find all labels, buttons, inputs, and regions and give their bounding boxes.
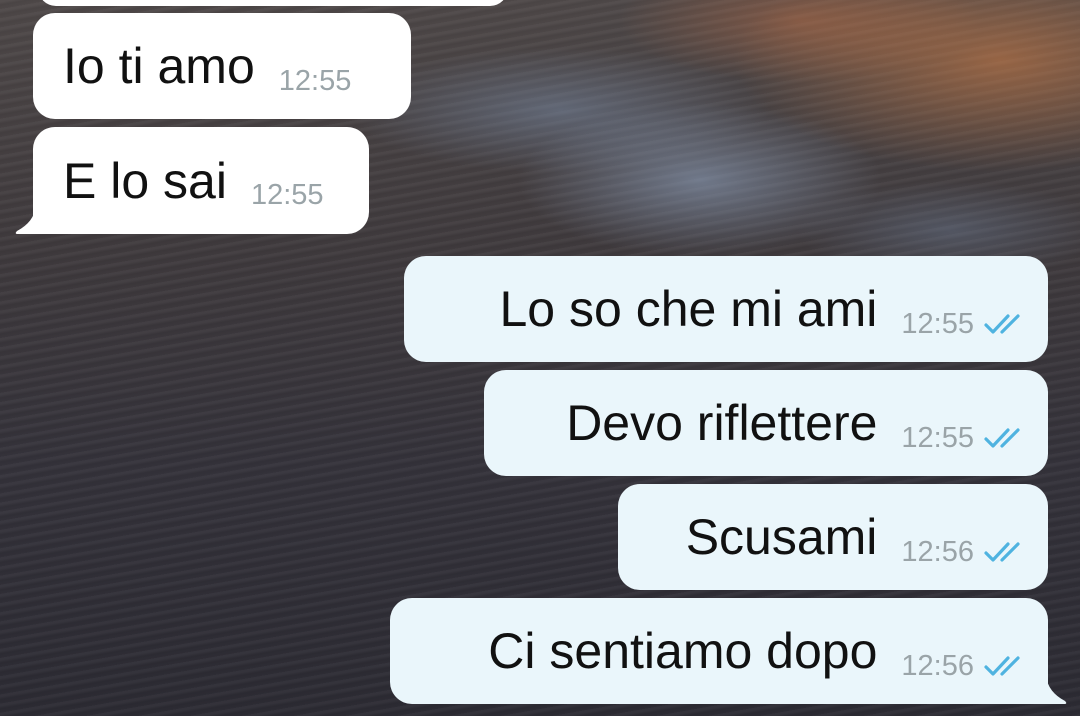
message-bubble-incoming[interactable]: E lo sai 12:55 xyxy=(33,127,369,234)
message-timestamp: 12:55 xyxy=(250,179,324,211)
message-meta: 12:56 xyxy=(901,535,1028,568)
message-bubble-outgoing[interactable]: Scusami 12:56 xyxy=(618,484,1048,590)
double-check-icon xyxy=(984,428,1020,448)
message-meta: 12:55 xyxy=(278,64,352,97)
message-meta: 12:55 xyxy=(251,181,324,210)
message-timestamp: 12:56 xyxy=(901,649,974,682)
message-text: Ci sentiamo dopo xyxy=(488,623,878,679)
message-bubble-incoming[interactable]: Io ti amo 12:55 xyxy=(33,13,411,119)
message-text: Devo riflettere xyxy=(566,395,878,451)
message-meta: 12:55 xyxy=(901,421,1028,454)
message-text: E lo sai xyxy=(63,152,227,209)
double-check-icon xyxy=(984,314,1020,334)
bubble-tail-outgoing xyxy=(1038,676,1067,704)
message-bubble-outgoing[interactable]: Ci sentiamo dopo 12:56 xyxy=(390,598,1048,704)
message-timestamp: 12:55 xyxy=(278,64,352,97)
message-text: Scusami xyxy=(685,509,878,565)
message-timestamp: 12:55 xyxy=(901,307,974,340)
double-check-icon xyxy=(984,542,1020,562)
message-text: Lo so che mi ami xyxy=(499,281,878,337)
message-meta: 12:55 xyxy=(901,307,1028,340)
double-check-icon xyxy=(984,656,1020,676)
message-bubble-outgoing[interactable]: Lo so che mi ami 12:55 xyxy=(404,256,1048,362)
bubble-tail-incoming xyxy=(15,206,44,234)
message-text: Io ti amo xyxy=(63,38,255,94)
message-timestamp: 12:55 xyxy=(901,421,974,454)
message-timestamp: 12:56 xyxy=(901,535,974,568)
message-meta: 12:56 xyxy=(901,649,1028,682)
message-bubble-outgoing[interactable]: Devo riflettere 12:55 xyxy=(484,370,1048,476)
message-bubble-partial[interactable] xyxy=(38,0,508,6)
